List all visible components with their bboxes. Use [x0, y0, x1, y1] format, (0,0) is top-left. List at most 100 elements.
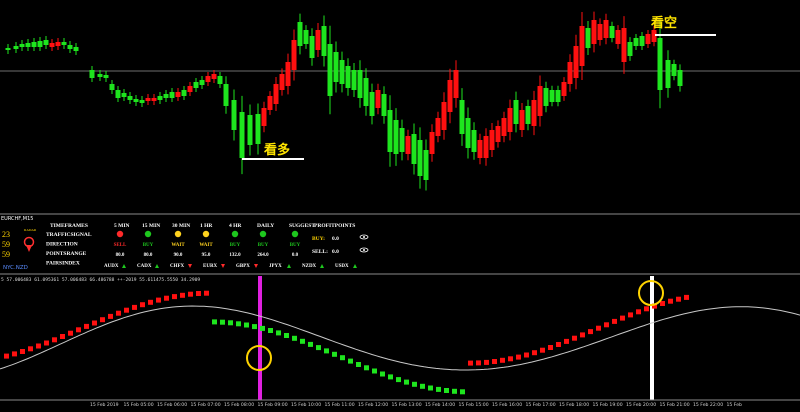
time-label: 15 Feb 13:00	[392, 402, 422, 408]
traffic-signal-icon	[231, 230, 239, 238]
candle	[267, 91, 273, 115]
indicator-bar	[540, 347, 545, 353]
arrow-up-icon	[287, 264, 291, 268]
candle	[543, 81, 549, 113]
candle	[477, 133, 483, 165]
points-value: 80.0	[144, 253, 153, 258]
candle	[157, 92, 163, 104]
table-header: PROFITPOINTS	[314, 223, 355, 229]
indicator-bar	[260, 325, 265, 331]
indicator-panel[interactable]: 5 57.006483 61.095361 57.006483 66.48678…	[0, 276, 800, 400]
candle	[483, 128, 489, 166]
indicator-bar	[508, 356, 513, 362]
arrow-down-icon	[188, 264, 192, 268]
candle	[363, 68, 369, 116]
indicator-bar	[460, 389, 465, 395]
candle	[465, 107, 471, 159]
indicator-bars	[4, 290, 689, 395]
indicator-bar	[604, 322, 609, 328]
candle	[609, 21, 615, 43]
candle	[97, 70, 103, 81]
candle	[567, 54, 573, 92]
profit-buy-value: 0.0	[332, 236, 339, 242]
time-axis: 15 Feb 2019 15 Feb 05:00 15 Feb 06:00 15 Fe…	[0, 399, 800, 408]
pair-index: USDX	[335, 264, 349, 269]
candle	[115, 86, 121, 102]
indicator-bar	[100, 317, 105, 323]
indicator-bar	[60, 334, 65, 339]
indicator-bar	[4, 353, 9, 359]
candle	[555, 85, 561, 107]
time-label: 15 Feb 12:00	[358, 402, 388, 408]
indicator-bar	[516, 354, 521, 360]
indicator-bar	[420, 383, 425, 389]
candle	[291, 29, 297, 81]
indicator-bar	[300, 338, 305, 344]
time-label: 15 Feb 19:00	[593, 402, 623, 408]
indicator-bar	[20, 349, 25, 354]
indicator-bar	[140, 302, 145, 308]
indicator-bar	[292, 335, 297, 341]
symbol-label: EURCHF,M15	[1, 216, 33, 222]
indicator-bar	[524, 352, 529, 358]
pair-label: NYC.NZD	[3, 265, 28, 271]
time-label: 15 Feb 11:00	[325, 402, 355, 408]
candle	[501, 111, 507, 143]
indicator-bar	[628, 312, 633, 318]
candle	[37, 37, 43, 51]
candle	[211, 70, 217, 83]
candle	[231, 89, 237, 141]
arrow-up-icon	[122, 264, 126, 268]
time-label: 15 Feb 16:00	[492, 402, 522, 408]
indicator-bar	[124, 307, 129, 313]
candle	[393, 108, 399, 166]
candle	[339, 51, 345, 93]
candle	[471, 122, 477, 160]
indicator-bar	[452, 388, 457, 394]
candle	[621, 16, 627, 74]
indicator-bar	[244, 322, 249, 328]
candle	[447, 68, 453, 124]
traffic-signal-icon	[174, 230, 182, 238]
time-label: 15 Feb 18:00	[559, 402, 589, 408]
candle	[405, 129, 411, 161]
candle	[519, 103, 525, 137]
traffic-signal-icon	[202, 230, 210, 238]
candle	[181, 86, 187, 100]
indicator-bar	[132, 304, 137, 310]
radar-label: RADAR	[24, 228, 37, 232]
time-label: 15 Feb 2019	[90, 402, 119, 408]
left-value-2: 59	[2, 240, 10, 249]
pair-index: JPYX	[269, 264, 282, 269]
chart-canvas[interactable]: 看多 看空 EURCHF,M15 23 59 59 RADAR NYC.NZD …	[0, 0, 800, 408]
candle	[25, 39, 31, 51]
direction-value: WAIT	[199, 243, 213, 248]
indicator-bar	[44, 340, 49, 346]
candle	[441, 92, 447, 140]
indicator-bar	[580, 332, 585, 338]
candle	[67, 41, 73, 53]
white-marker-line	[650, 276, 654, 400]
candle	[399, 119, 405, 161]
indicator-bar	[196, 291, 201, 296]
arrow-up-icon	[155, 264, 159, 268]
row-label: TRAFFICSIGNAL	[46, 232, 92, 238]
price-chart[interactable]: 看多 看空	[0, 11, 800, 191]
time-label: 15 Feb 20:00	[626, 402, 656, 408]
indicator-bar	[596, 325, 601, 331]
points-value: 95.0	[202, 253, 211, 258]
radar-icon	[23, 236, 35, 252]
profit-sell-value: 0.0	[332, 249, 339, 255]
direction-value: BUY	[230, 243, 241, 248]
candle	[103, 71, 109, 82]
indicator-bar	[372, 368, 377, 374]
candle	[303, 25, 309, 49]
table-header: SUGGEST	[289, 223, 315, 229]
time-label: 15 Feb 21:00	[660, 402, 690, 408]
candle	[597, 18, 603, 46]
indicator-bar	[388, 374, 393, 380]
table-header: 15 MIN	[142, 223, 160, 229]
signal-dashboard: EURCHF,M15 23 59 59 RADAR NYC.NZD TIMEFR…	[0, 213, 800, 275]
candle	[657, 19, 663, 109]
candle	[615, 25, 621, 49]
